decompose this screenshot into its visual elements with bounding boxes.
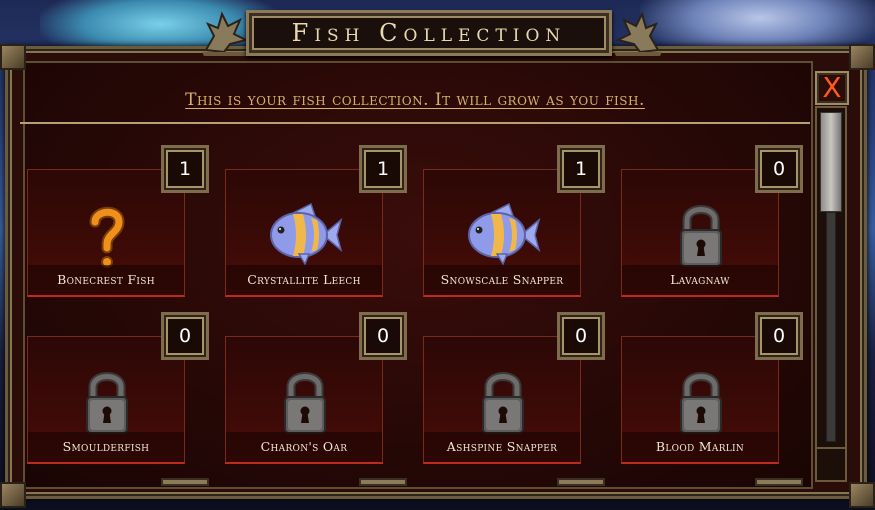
scrollbar-thumb[interactable] bbox=[820, 112, 842, 212]
fish-count-badge: 0 bbox=[755, 145, 803, 193]
fish-icon bbox=[468, 202, 541, 266]
frame-corner bbox=[849, 44, 875, 70]
fish-name: Snowscale Snapper bbox=[440, 272, 564, 287]
close-button[interactable]: X bbox=[815, 71, 849, 105]
padlock-icon bbox=[284, 372, 326, 434]
question-mark-icon bbox=[89, 206, 125, 268]
fish-count-badge: 1 bbox=[359, 145, 407, 193]
fish-count-badge: 0 bbox=[161, 312, 209, 360]
frame-corner bbox=[849, 482, 875, 508]
frame-corner bbox=[0, 44, 26, 70]
fish-name: Blood Marlin bbox=[655, 439, 745, 454]
fish-count-badge: 0 bbox=[755, 312, 803, 360]
fish-name: Charon's Oar bbox=[260, 439, 348, 454]
fish-name: Bonecrest Fish bbox=[57, 272, 155, 287]
fish-name: Ashspine Snapper bbox=[446, 439, 558, 454]
divider bbox=[20, 122, 810, 124]
fish-icon bbox=[270, 202, 343, 266]
frame-corner bbox=[0, 482, 26, 508]
fish-name: Smoulderfish bbox=[62, 439, 150, 454]
padlock-icon bbox=[680, 205, 722, 267]
padlock-icon bbox=[86, 372, 128, 434]
fish-count-badge: 0 bbox=[359, 312, 407, 360]
padlock-icon bbox=[482, 372, 524, 434]
next-row-badge bbox=[755, 478, 803, 486]
scrollbar-rail bbox=[826, 212, 836, 442]
next-row-badge bbox=[161, 478, 209, 486]
next-row-badge bbox=[359, 478, 407, 486]
gargoyle-right-icon bbox=[614, 11, 662, 56]
fish-count-badge: 0 bbox=[557, 312, 605, 360]
padlock-icon bbox=[680, 372, 722, 434]
scrollbar-bottom bbox=[815, 447, 847, 482]
window-title: Fish Collection bbox=[246, 10, 612, 56]
gargoyle-left-icon bbox=[202, 11, 250, 56]
next-row-badge bbox=[557, 478, 605, 486]
fish-name: Crystallite Leech bbox=[247, 272, 361, 287]
fish-count-badge: 1 bbox=[557, 145, 605, 193]
fish-count-badge: 1 bbox=[161, 145, 209, 193]
collection-subtitle: This is your fish collection. It will gr… bbox=[185, 90, 645, 110]
fish-name: Lavagnaw bbox=[670, 272, 730, 287]
